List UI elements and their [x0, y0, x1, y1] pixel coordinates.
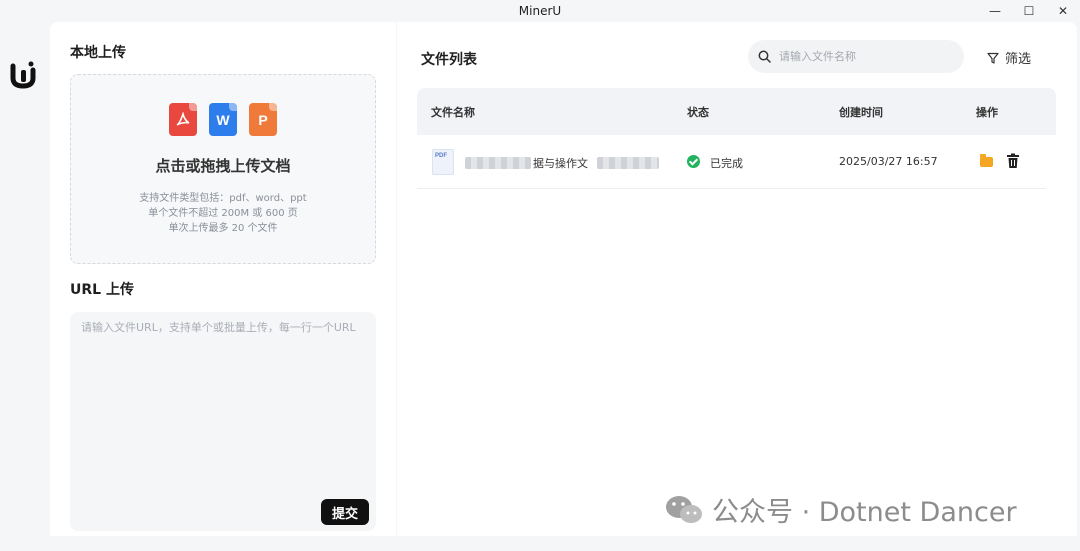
upload-panel: 本地上传 W P 点击或拖拽上传文档 支持文件类型包括：pdf、word、ppt…: [50, 22, 396, 536]
file-list-panel: 文件列表 筛选 文件名称 状态 创建时间 操作 PDF 据与操作文 已完成 20…: [397, 22, 1077, 536]
column-header-name: 文件名称: [431, 106, 475, 119]
success-icon: [687, 155, 700, 168]
dropzone-hint: 单次上传最多 20 个文件: [168, 223, 278, 234]
ppt-file-icon: P: [249, 103, 277, 136]
file-list-title: 文件列表: [421, 52, 477, 68]
column-header-status: 状态: [687, 106, 709, 119]
column-header-actions: 操作: [976, 106, 998, 119]
search-box[interactable]: [748, 40, 964, 73]
status-text: 已完成: [710, 157, 743, 170]
filter-label: 筛选: [1005, 52, 1032, 67]
column-header-created: 创建时间: [839, 106, 883, 119]
window-title: MinerU: [518, 4, 562, 18]
maximize-icon[interactable]: ☐: [1012, 0, 1046, 22]
filter-button[interactable]: 筛选: [987, 48, 1031, 67]
wechat-icon: [666, 495, 702, 523]
pdf-thumbnail-icon: PDF: [432, 149, 454, 175]
title-bar: MinerU — ☐ ✕: [0, 0, 1080, 22]
upload-dropzone[interactable]: W P 点击或拖拽上传文档 支持文件类型包括：pdf、word、ppt 单个文件…: [70, 74, 376, 264]
filter-icon: [987, 52, 999, 64]
word-file-icon: W: [209, 103, 237, 136]
side-rail: [0, 22, 50, 551]
blurred-filename: [465, 157, 531, 169]
app-logo-icon: [10, 61, 36, 89]
file-name[interactable]: 据与操作文: [533, 155, 588, 171]
minimize-icon[interactable]: —: [978, 0, 1012, 22]
blurred-filename: [597, 157, 659, 169]
table-row[interactable]: PDF 据与操作文 已完成 2025/03/27 16:57: [417, 135, 1046, 189]
search-icon: [758, 50, 771, 63]
created-time: 2025/03/27 16:57: [839, 155, 938, 168]
file-type-icons: W P: [71, 103, 375, 136]
dropzone-hint: 支持文件类型包括：pdf、word、ppt: [139, 193, 307, 204]
open-folder-icon[interactable]: [980, 154, 993, 167]
close-icon[interactable]: ✕: [1046, 0, 1080, 22]
dropzone-hint: 单个文件不超过 200M 或 600 页: [148, 208, 298, 219]
dropzone-title: 点击或拖拽上传文档: [155, 157, 291, 175]
delete-icon[interactable]: [1006, 153, 1020, 169]
submit-button[interactable]: 提交: [321, 499, 369, 525]
watermark: 公众号 · Dotnet Dancer: [664, 490, 1017, 529]
pdf-file-icon: [169, 103, 197, 136]
url-upload-title: URL 上传: [70, 282, 134, 298]
local-upload-title: 本地上传: [70, 45, 126, 61]
table-header: 文件名称 状态 创建时间 操作: [417, 88, 1056, 135]
watermark-text: 公众号 · Dotnet Dancer: [712, 497, 1017, 528]
search-input[interactable]: [779, 50, 949, 63]
window-controls: — ☐ ✕: [978, 0, 1080, 22]
